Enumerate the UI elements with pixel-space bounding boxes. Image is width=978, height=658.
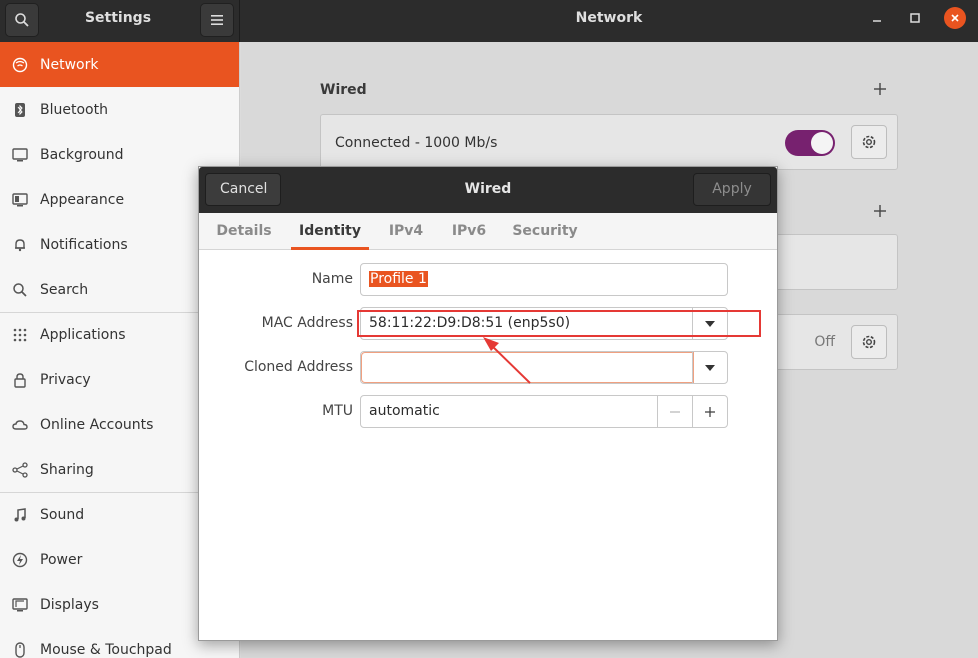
sidebar-item-label: Power bbox=[40, 551, 83, 568]
tab-ipv4[interactable]: IPv4 bbox=[379, 213, 433, 250]
tab-ipv6[interactable]: IPv6 bbox=[443, 213, 495, 250]
sidebar-item-network[interactable]: Network bbox=[0, 42, 239, 87]
name-label: Name bbox=[311, 271, 353, 287]
maximize-icon bbox=[910, 13, 920, 23]
cloned-address-combo bbox=[360, 351, 728, 384]
dialog-tabs: Details Identity IPv4 IPv6 Security bbox=[199, 213, 777, 250]
bell-icon bbox=[12, 237, 28, 253]
add-wired-button[interactable] bbox=[873, 80, 887, 101]
cloned-address-input[interactable] bbox=[361, 352, 694, 383]
cancel-button[interactable]: Cancel bbox=[205, 173, 281, 206]
tab-identity[interactable]: Identity bbox=[291, 213, 369, 250]
bluetooth-icon bbox=[12, 102, 28, 118]
proxy-state: Off bbox=[814, 334, 835, 350]
wired-settings-button[interactable] bbox=[851, 125, 887, 159]
plus-icon bbox=[705, 406, 715, 417]
mouse-icon bbox=[12, 641, 28, 658]
lock-icon bbox=[12, 372, 28, 388]
gear-icon bbox=[862, 335, 876, 349]
wired-connection-card: Connected - 1000 Mb/s bbox=[320, 114, 898, 170]
menu-button[interactable] bbox=[200, 3, 234, 37]
sidebar-item-label: Network bbox=[40, 56, 99, 73]
hamburger-icon bbox=[211, 15, 223, 25]
sidebar-item-label: Applications bbox=[40, 327, 126, 343]
mtu-label: MTU bbox=[322, 403, 353, 419]
gear-icon bbox=[862, 135, 876, 149]
mtu-value[interactable]: automatic bbox=[369, 403, 440, 419]
search-icon bbox=[15, 13, 29, 27]
mtu-increment-button[interactable] bbox=[692, 396, 727, 427]
mac-address-label: MAC Address bbox=[261, 315, 353, 331]
connection-status: Connected - 1000 Mb/s bbox=[335, 135, 498, 151]
minus-icon bbox=[670, 410, 680, 413]
share-icon bbox=[12, 461, 28, 478]
sidebar-item-label: Background bbox=[40, 146, 124, 163]
mtu-spinner: automatic bbox=[360, 395, 728, 428]
wired-section-title: Wired bbox=[320, 82, 367, 98]
music-note-icon bbox=[12, 507, 28, 523]
sidebar-item-label: Notifications bbox=[40, 236, 128, 253]
sidebar-item-label: Search bbox=[40, 281, 89, 298]
sidebar-item-label: Sharing bbox=[40, 461, 94, 478]
cloned-address-dropdown[interactable] bbox=[692, 352, 727, 383]
display-icon bbox=[12, 597, 28, 613]
tab-details[interactable]: Details bbox=[207, 213, 281, 250]
sidebar-item-label: Displays bbox=[40, 596, 99, 613]
minimize-icon bbox=[873, 20, 881, 22]
background-icon bbox=[12, 147, 28, 163]
apply-button[interactable]: Apply bbox=[693, 173, 771, 206]
dialog-header: Wired Cancel Apply bbox=[199, 167, 777, 213]
sidebar-item-label: Online Accounts bbox=[40, 416, 154, 433]
close-icon bbox=[951, 14, 959, 22]
plus-icon bbox=[874, 83, 886, 95]
cloned-address-label: Cloned Address bbox=[244, 359, 353, 375]
header-bar: Settings Network bbox=[0, 0, 978, 42]
add-vpn-button[interactable] bbox=[873, 202, 887, 223]
sidebar-item-label: Privacy bbox=[40, 371, 91, 388]
mtu-decrement-button[interactable] bbox=[657, 396, 692, 427]
power-icon bbox=[12, 552, 28, 568]
name-field[interactable]: Profile 1 bbox=[360, 263, 728, 296]
chevron-down-icon bbox=[705, 364, 715, 371]
search-button[interactable] bbox=[5, 3, 39, 37]
annotation-highlight-box bbox=[357, 310, 761, 337]
tab-security[interactable]: Security bbox=[505, 213, 585, 250]
sidebar-item-label: Bluetooth bbox=[40, 101, 108, 118]
name-value: Profile 1 bbox=[369, 271, 428, 287]
header-left: Settings bbox=[0, 0, 240, 42]
network-icon bbox=[12, 57, 28, 73]
cloud-icon bbox=[12, 417, 28, 433]
search-icon bbox=[12, 282, 28, 298]
wired-toggle[interactable] bbox=[785, 130, 835, 156]
grid-icon bbox=[12, 327, 28, 343]
plus-icon bbox=[874, 205, 886, 217]
maximize-button[interactable] bbox=[904, 7, 926, 29]
close-button[interactable] bbox=[944, 7, 966, 29]
sidebar-item-bluetooth[interactable]: Bluetooth bbox=[0, 87, 239, 132]
appearance-icon bbox=[12, 192, 28, 208]
proxy-settings-button[interactable] bbox=[851, 325, 887, 359]
wired-dialog: Wired Cancel Apply Details Identity IPv4… bbox=[198, 166, 778, 641]
app-title: Settings bbox=[84, 10, 152, 26]
sidebar-item-label: Sound bbox=[40, 507, 85, 523]
sidebar-item-label: Appearance bbox=[40, 191, 125, 208]
sidebar-item-label: Mouse & Touchpad bbox=[40, 641, 172, 658]
minimize-button[interactable] bbox=[866, 7, 888, 29]
dialog-title: Wired bbox=[464, 181, 512, 197]
